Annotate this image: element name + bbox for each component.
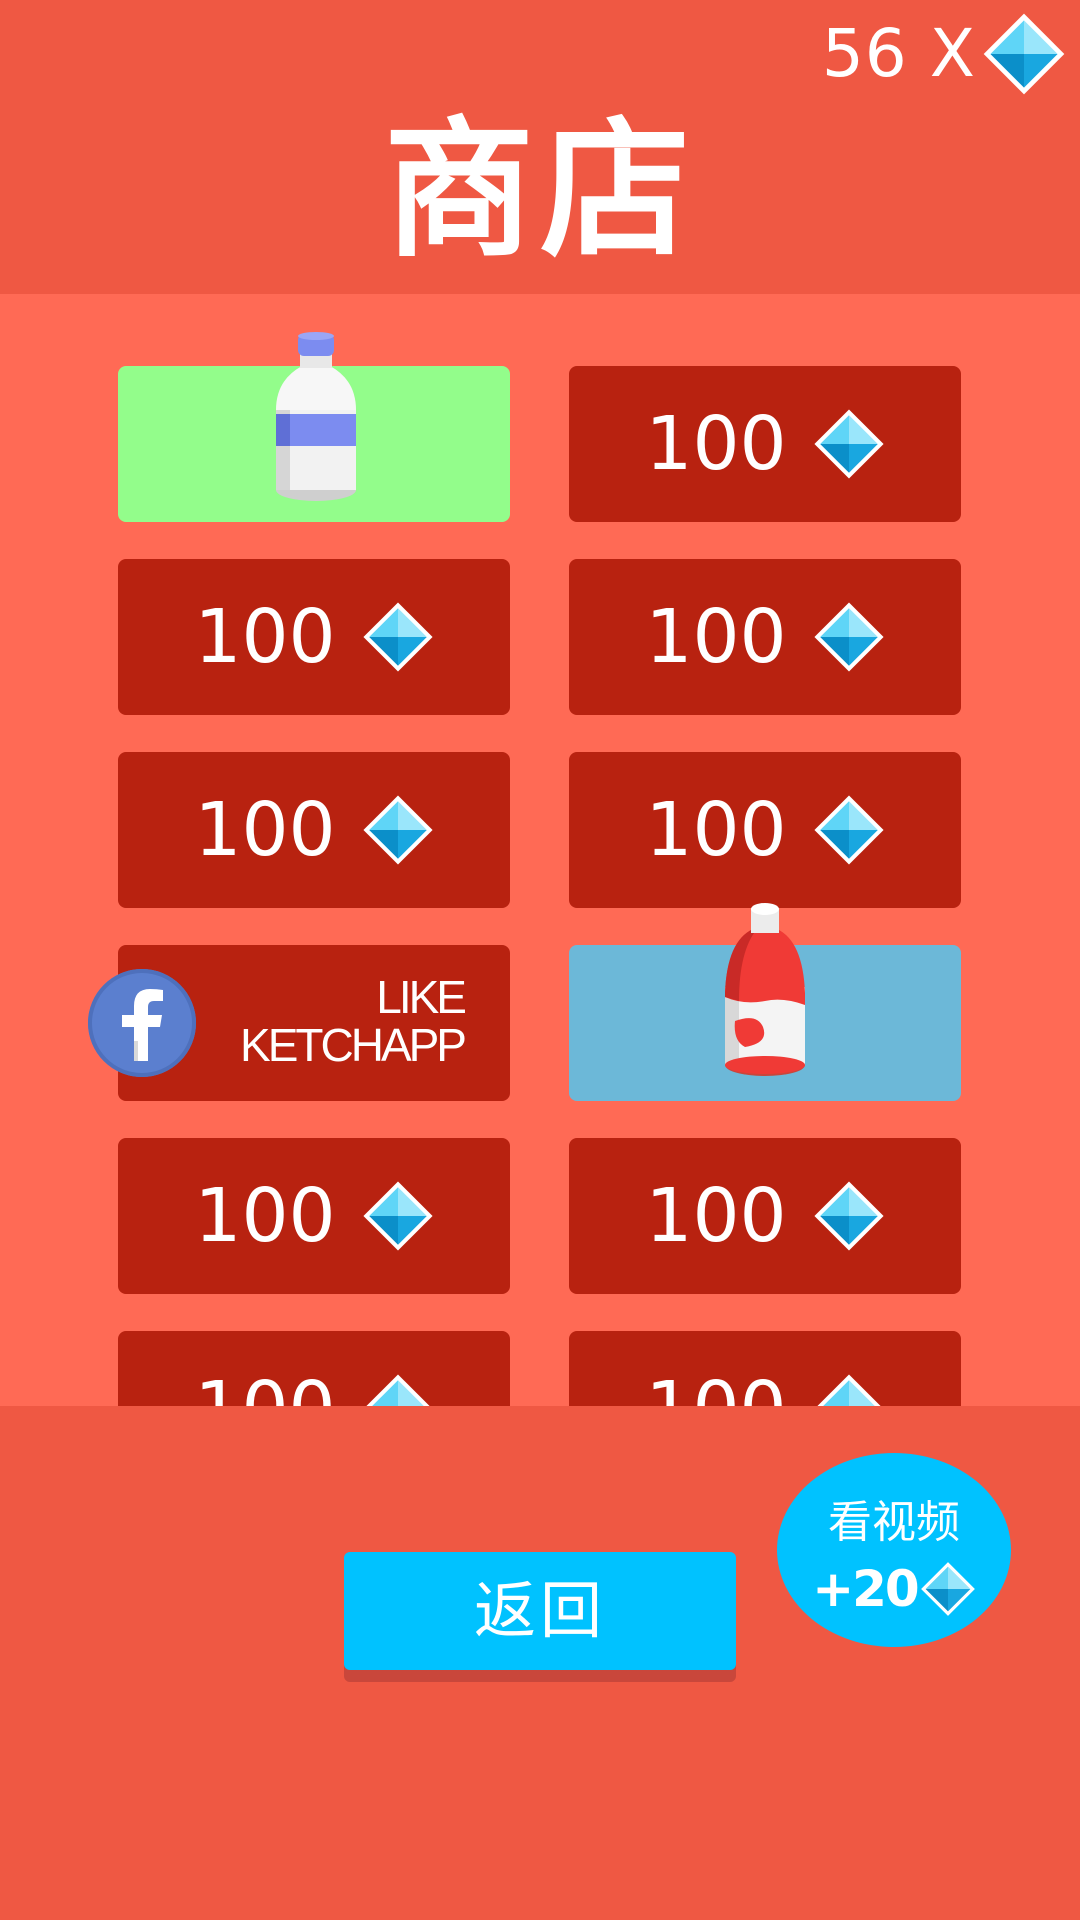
shop-header: 56 X 商店	[0, 0, 1080, 294]
watch-video-button[interactable]: 看视频 +20	[777, 1453, 1011, 1647]
gem-icon	[982, 12, 1066, 96]
watch-video-label: 看视频	[828, 1497, 960, 1548]
shop-footer: 返回 看视频 +20	[0, 1406, 1080, 1920]
shop-grid[interactable]: 100 100 100 100 100 LIKE KETCHAPP 100 10…	[0, 294, 1080, 1406]
price-tag: 100	[569, 1331, 961, 1406]
ketchup-bottle-icon	[725, 903, 805, 1076]
price-text: 100	[645, 787, 787, 873]
price-tag: 100	[569, 366, 961, 522]
price-tag: 100	[569, 1138, 961, 1294]
price-tag: 100	[118, 1331, 510, 1406]
gem-balance: 56 X	[822, 12, 1066, 96]
gem-icon	[813, 1180, 885, 1252]
gem-icon	[362, 601, 434, 673]
gem-icon	[362, 794, 434, 866]
gem-icon	[362, 1180, 434, 1252]
gem-icon	[920, 1561, 976, 1617]
back-button[interactable]: 返回	[344, 1552, 736, 1670]
facebook-icon	[88, 969, 196, 1077]
ketchapp-line: KETCHAPP	[240, 1019, 467, 1071]
gem-icon	[362, 1373, 434, 1406]
shop-item-owned[interactable]	[569, 903, 961, 1101]
price-text: 100	[645, 594, 787, 680]
price-tag: 100	[569, 752, 961, 908]
shop-item-locked[interactable]: 100	[118, 1331, 510, 1406]
page-title: 商店	[383, 104, 696, 278]
shop-item-locked[interactable]: 100	[569, 752, 961, 908]
video-reward-text: +20	[812, 1560, 919, 1618]
price-tag: 100	[118, 752, 510, 908]
shop-item-selected[interactable]	[118, 332, 510, 522]
price-text: 100	[194, 787, 336, 873]
price-text: 100	[645, 401, 787, 487]
shop-item-locked[interactable]: 100	[118, 752, 510, 908]
price-text: 100	[645, 1173, 787, 1259]
gem-icon	[813, 794, 885, 866]
like-ketchapp-label: LIKE KETCHAPP	[240, 971, 467, 1071]
price-text: 100	[194, 1331, 335, 1406]
price-text: 100	[645, 1331, 786, 1406]
gem-balance-text: 56 X	[821, 15, 976, 92]
price-tag: 100	[569, 559, 961, 715]
gem-icon	[813, 1373, 885, 1406]
price-tag: 100	[118, 559, 510, 715]
shop-item-locked[interactable]: 100	[569, 366, 961, 522]
like-ketchapp-button[interactable]: LIKE KETCHAPP	[88, 945, 510, 1101]
shop-item-locked[interactable]: 100	[569, 559, 961, 715]
shop-item-locked[interactable]: 100	[569, 1138, 961, 1294]
like-line: LIKE	[376, 971, 467, 1023]
gem-icon	[813, 408, 885, 480]
price-text: 100	[194, 1173, 336, 1259]
water-bottle-icon	[276, 332, 356, 501]
shop-item-locked[interactable]: 100	[569, 1331, 961, 1406]
video-reward: +20	[777, 1559, 1011, 1619]
shop-item-locked[interactable]: 100	[118, 559, 510, 715]
gem-icon	[813, 601, 885, 673]
price-tag: 100	[118, 1138, 510, 1294]
price-text: 100	[194, 594, 336, 680]
shop-item-locked[interactable]: 100	[118, 1138, 510, 1294]
